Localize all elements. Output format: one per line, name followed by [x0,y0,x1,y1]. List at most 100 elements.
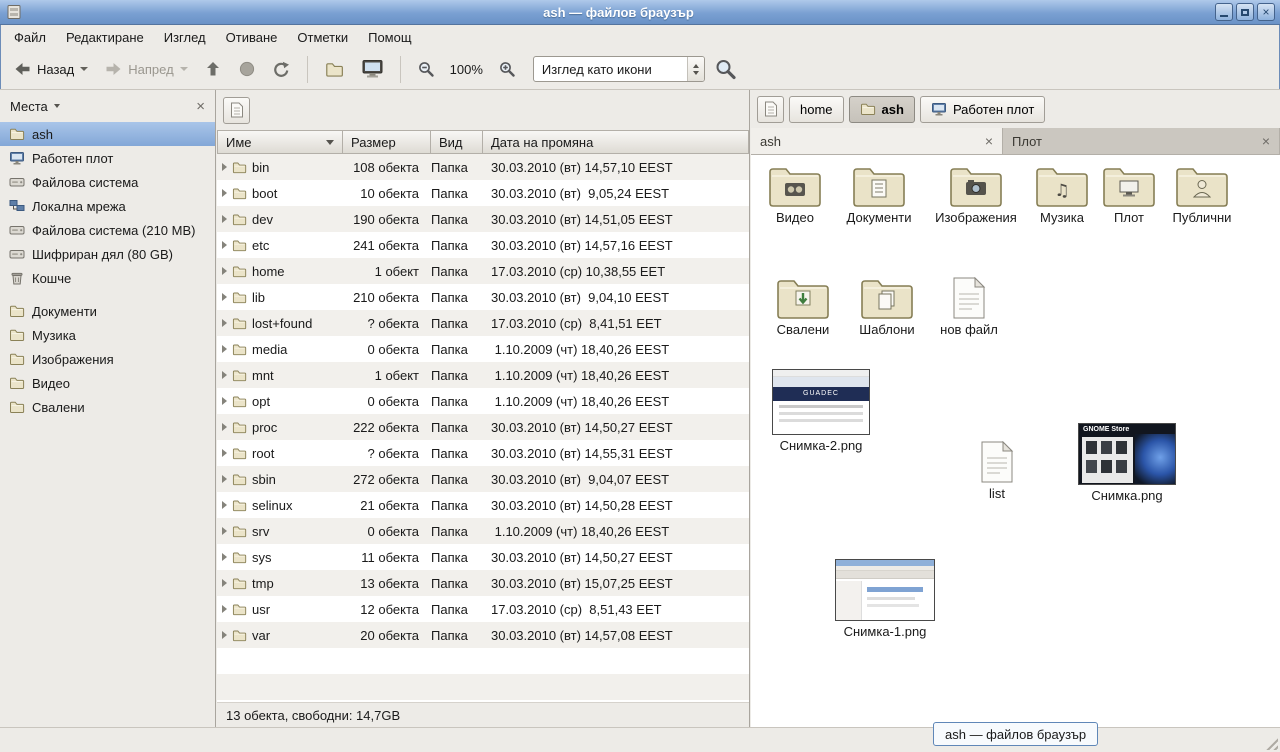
column-header[interactable]: Дата на промяна [483,130,749,154]
table-row[interactable]: dev190 обектаПапка30.03.2010 (вт) 14,51,… [217,206,749,232]
tab[interactable]: Плот× [1003,128,1280,154]
column-header[interactable]: Име [217,130,343,154]
tab[interactable]: ash× [751,128,1003,154]
file-icon-item[interactable]: Свалени [761,273,845,337]
table-row[interactable]: etc241 обектаПапка30.03.2010 (вт) 14,57,… [217,232,749,258]
table-row[interactable]: opt0 обектаПапка 1.10.2009 (чт) 18,40,26… [217,388,749,414]
sidebar-item[interactable]: Локална мрежа [0,194,215,218]
table-row[interactable]: sbin272 обектаПапка30.03.2010 (вт) 9,04,… [217,466,749,492]
tab-close-icon[interactable]: × [1262,133,1270,149]
column-header[interactable]: Вид [431,130,483,154]
tab-close-icon[interactable]: × [985,133,993,149]
sidebar-close-icon[interactable]: × [196,98,205,115]
menu-item[interactable]: Отметки [287,27,358,48]
expander-icon[interactable] [222,579,227,587]
table-row[interactable]: bin108 обектаПапка30.03.2010 (вт) 14,57,… [217,154,749,180]
expander-icon[interactable] [222,397,227,405]
pathbar-toggle-button[interactable] [757,96,784,123]
stop-button[interactable] [231,54,263,84]
expander-icon[interactable] [222,423,227,431]
column-header[interactable]: Размер [343,130,431,154]
computer-button[interactable] [354,53,391,85]
expander-icon[interactable] [222,163,227,171]
expander-icon[interactable] [222,241,227,249]
table-row[interactable]: srv0 обектаПапка 1.10.2009 (чт) 18,40,26… [217,518,749,544]
expander-icon[interactable] [222,371,227,379]
expander-icon[interactable] [222,189,227,197]
table-row[interactable]: var20 обектаПапка30.03.2010 (вт) 14,57,0… [217,622,749,648]
file-icon-item[interactable]: Изображения [934,161,1018,225]
expander-icon[interactable] [222,293,227,301]
expander-icon[interactable] [222,553,227,561]
expander-icon[interactable] [222,527,227,535]
menu-item[interactable]: Отиване [216,27,288,48]
expander-icon[interactable] [222,501,227,509]
home-button[interactable] [317,54,352,85]
expander-icon[interactable] [222,319,227,327]
table-row[interactable]: usr12 обектаПапка17.03.2010 (ср) 8,51,43… [217,596,749,622]
file-icon-item[interactable]: Документи [837,161,921,225]
sidebar-item[interactable]: Свалени [0,395,215,419]
menu-item[interactable]: Помощ [358,27,421,48]
table-row[interactable]: home1 обектПапка17.03.2010 (ср) 10,38,55… [217,258,749,284]
breadcrumb-button[interactable]: Работен плот [920,96,1045,123]
sidebar-item[interactable]: Видео [0,371,215,395]
zoom-in-button[interactable] [491,54,523,84]
zoom-out-button[interactable] [410,54,442,84]
breadcrumb-button[interactable]: ash [849,96,915,123]
pathbar-toggle-button[interactable] [223,97,250,124]
table-row[interactable]: boot10 обектаПапка30.03.2010 (вт) 9,05,2… [217,180,749,206]
sidebar-item[interactable]: Музика [0,323,215,347]
resize-grip[interactable] [1263,735,1278,750]
reload-button[interactable] [265,54,298,84]
file-icon-item[interactable]: GUADEC Снимка-2.png [769,369,873,453]
forward-button[interactable]: Напред [97,54,194,84]
sidebar-item[interactable]: Изображения [0,347,215,371]
up-button[interactable] [197,54,229,84]
breadcrumb-button[interactable]: home [789,96,844,123]
file-icon-item[interactable]: GNOME Store Снимка.png [1075,423,1179,503]
file-icon-item[interactable]: Плот [1087,161,1171,225]
expander-icon[interactable] [222,215,227,223]
close-button[interactable]: × [1257,3,1275,21]
table-row[interactable]: media0 обектаПапка 1.10.2009 (чт) 18,40,… [217,336,749,362]
table-row[interactable]: selinux21 обектаПапка30.03.2010 (вт) 14,… [217,492,749,518]
expander-icon[interactable] [222,605,227,613]
search-button[interactable] [707,52,744,86]
sidebar-item[interactable]: Файлова система (210 MB) [0,218,215,242]
expander-icon[interactable] [222,345,227,353]
expander-icon[interactable] [222,631,227,639]
zoom-level-label[interactable]: 100% [444,62,489,77]
sidebar-item[interactable]: ash [0,122,215,146]
table-row[interactable]: sys11 обектаПапка30.03.2010 (вт) 14,50,2… [217,544,749,570]
back-button[interactable]: Назад [6,54,95,84]
places-title[interactable]: Места [10,99,48,114]
table-row[interactable]: tmp13 обектаПапка30.03.2010 (вт) 15,07,2… [217,570,749,596]
table-row[interactable]: mnt1 обектПапка 1.10.2009 (чт) 18,40,26 … [217,362,749,388]
table-row[interactable]: proc222 обектаПапка30.03.2010 (вт) 14,50… [217,414,749,440]
table-row[interactable]: root? обектаПапка30.03.2010 (вт) 14,55,3… [217,440,749,466]
file-icon-item[interactable]: Шаблони [845,273,929,337]
maximize-button[interactable] [1236,3,1254,21]
sidebar-item[interactable]: Кошче [0,266,215,290]
view-mode-select[interactable]: Изглед като икони [533,56,705,82]
file-icon-item[interactable]: Снимка-1.png [833,559,937,639]
expander-icon[interactable] [222,449,227,457]
sidebar-item[interactable]: Шифриран дял (80 GB) [0,242,215,266]
table-row[interactable]: lost+found? обектаПапка17.03.2010 (ср) 8… [217,310,749,336]
minimize-button[interactable] [1215,3,1233,21]
sidebar-item[interactable]: Документи [0,299,215,323]
file-icon-item[interactable]: list [955,437,1039,501]
places-dropdown-icon[interactable] [54,104,60,108]
table-row[interactable]: lib210 обектаПапка30.03.2010 (вт) 9,04,1… [217,284,749,310]
menu-item[interactable]: Файл [4,27,56,48]
file-icon-item[interactable]: Видео [753,161,837,225]
sidebar-item[interactable]: Файлова система [0,170,215,194]
menu-item[interactable]: Редактиране [56,27,154,48]
expander-icon[interactable] [222,475,227,483]
combo-spinner-icon[interactable] [687,57,704,81]
expander-icon[interactable] [222,267,227,275]
sidebar-item[interactable]: Работен плот [0,146,215,170]
menu-item[interactable]: Изглед [154,27,216,48]
titlebar[interactable]: ash — файлов браузър × [0,0,1280,25]
